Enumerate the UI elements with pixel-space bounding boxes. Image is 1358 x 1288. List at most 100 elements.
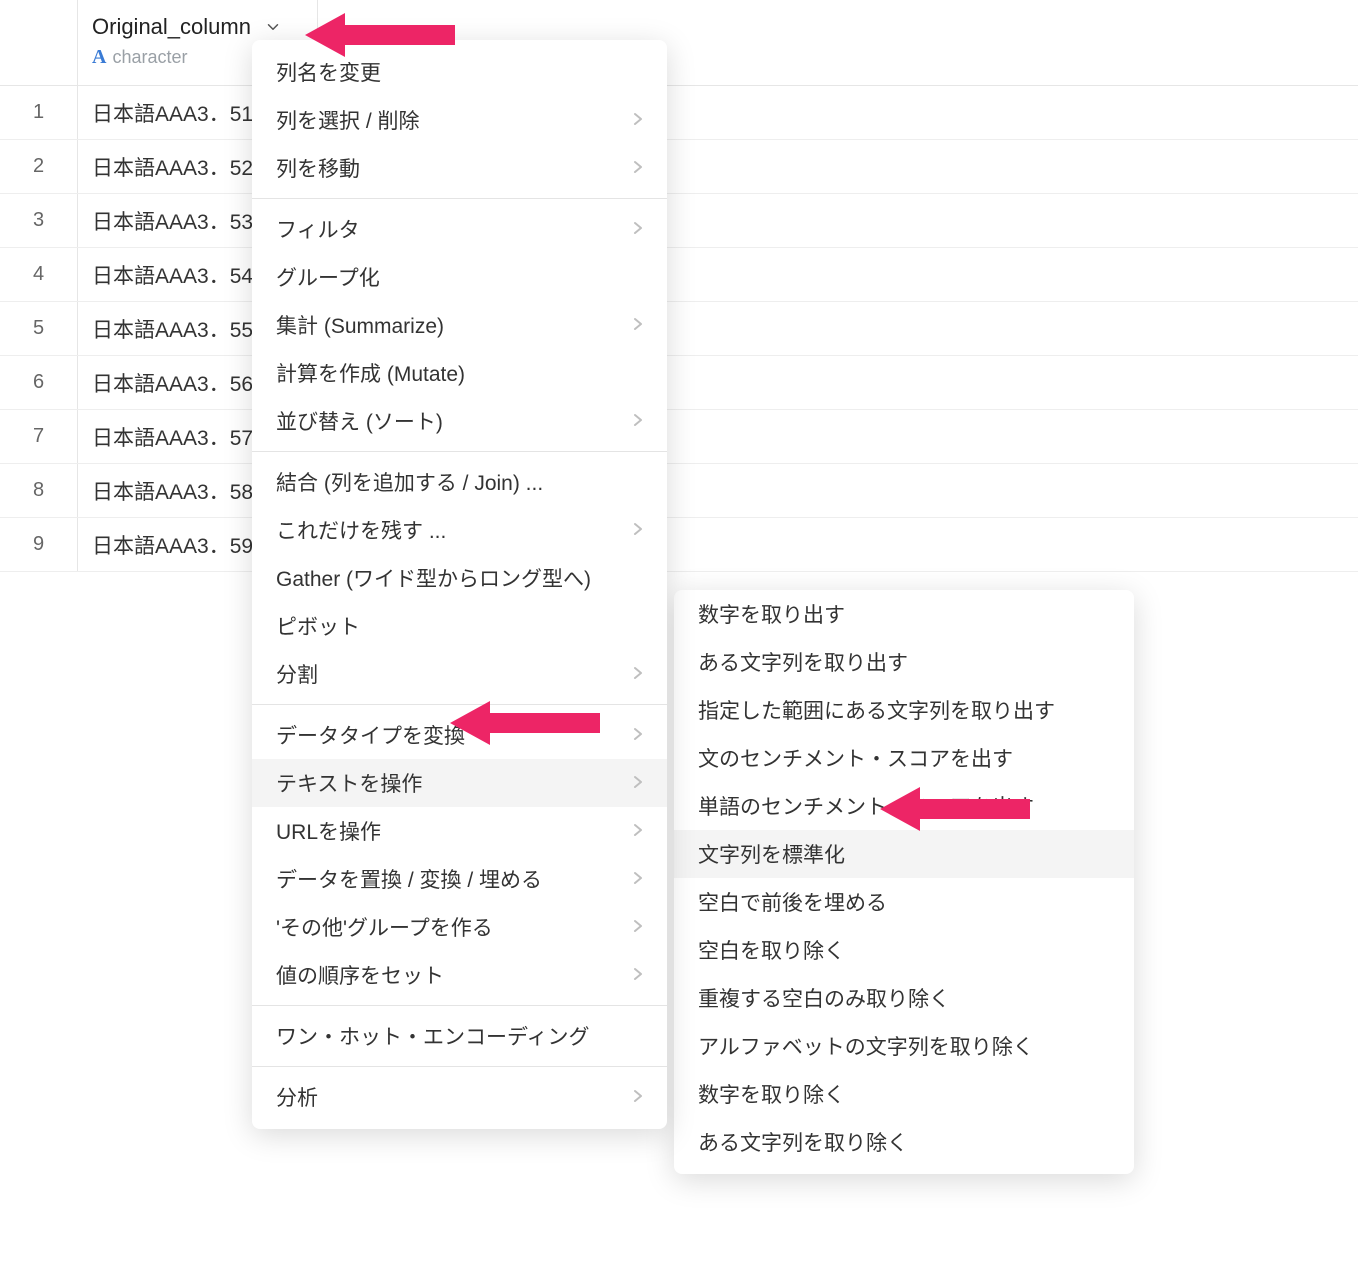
menu-item-label: 並び替え (ソート) xyxy=(276,406,443,436)
table-row: 9日本語AAA3．59 xyxy=(0,518,1358,572)
menu-item[interactable]: これだけを残す ... xyxy=(252,506,667,554)
chevron-right-icon xyxy=(633,520,643,541)
menu-separator xyxy=(252,451,667,452)
menu-item-label: 列を選択 / 削除 xyxy=(276,105,420,135)
menu-separator xyxy=(252,1005,667,1006)
menu-item[interactable]: 列名を変更 xyxy=(252,48,667,96)
menu-item-label: フィルタ xyxy=(276,214,360,244)
menu-item-label: 結合 (列を追加する / Join) ... xyxy=(276,467,543,497)
row-number-cell: 1 xyxy=(0,86,78,139)
submenu-item[interactable]: アルファベットの文字列を取り除く xyxy=(674,1022,1134,1070)
chevron-right-icon xyxy=(633,869,643,890)
submenu-item[interactable]: 空白を取り除く xyxy=(674,926,1134,974)
submenu-item[interactable]: 数字を取り出す xyxy=(674,590,1134,638)
menu-item[interactable]: Gather (ワイド型からロング型へ) xyxy=(252,554,667,602)
menu-item-label: 分割 xyxy=(276,659,318,689)
submenu-item-label: アルファベットの文字列を取り除く xyxy=(698,1031,1034,1061)
submenu-item-label: 空白を取り除く xyxy=(698,935,845,965)
submenu-item[interactable]: 数字を取り除く xyxy=(674,1070,1134,1118)
menu-item[interactable]: 値の順序をセット xyxy=(252,951,667,999)
menu-item[interactable]: フィルタ xyxy=(252,205,667,253)
menu-item-label: ピボット xyxy=(276,611,360,641)
menu-item[interactable]: 集計 (Summarize) xyxy=(252,301,667,349)
menu-item[interactable]: データタイプを変換 xyxy=(252,711,667,759)
chevron-down-icon[interactable] xyxy=(263,17,283,37)
menu-item-label: 'その他'グループを作る xyxy=(276,912,493,942)
chevron-right-icon xyxy=(633,1087,643,1108)
menu-item[interactable]: 計算を作成 (Mutate) xyxy=(252,349,667,397)
submenu-item-label: 数字を取り出す xyxy=(698,599,845,629)
menu-item-label: Gather (ワイド型からロング型へ) xyxy=(276,563,591,593)
submenu-item-label: 文のセンチメント・スコアを出す xyxy=(698,743,1013,773)
chevron-right-icon xyxy=(633,110,643,131)
menu-item-label: これだけを残す ... xyxy=(276,515,446,545)
submenu-item-label: ある文字列を取り除く xyxy=(698,1127,908,1157)
menu-item[interactable]: 分割 xyxy=(252,650,667,698)
submenu-item[interactable]: 文のセンチメント・スコアを出す xyxy=(674,734,1134,782)
menu-item-label: グループ化 xyxy=(276,262,380,292)
table-row: 1日本語AAA3．51 xyxy=(0,86,1358,140)
submenu-item-label: 重複する空白のみ取り除く xyxy=(698,983,950,1013)
chevron-right-icon xyxy=(633,411,643,432)
submenu-item[interactable]: ある文字列を取り除く xyxy=(674,1118,1134,1166)
menu-item[interactable]: 列を選択 / 削除 xyxy=(252,96,667,144)
data-table: Original_column A character 1日本語AAA3．512… xyxy=(0,0,1358,572)
menu-item-label: 分析 xyxy=(276,1082,318,1112)
type-character-icon: A xyxy=(92,46,106,69)
menu-item[interactable]: グループ化 xyxy=(252,253,667,301)
table-row: 7日本語AAA3．57 xyxy=(0,410,1358,464)
submenu-item[interactable]: ある文字列を取り出す xyxy=(674,638,1134,686)
table-row: 2日本語AAA3．52 xyxy=(0,140,1358,194)
menu-item[interactable]: ワン・ホット・エンコーディング xyxy=(252,1012,667,1060)
submenu-item-label: 数字を取り除く xyxy=(698,1079,845,1109)
row-number-cell: 6 xyxy=(0,356,78,409)
menu-item-label: データを置換 / 変換 / 埋める xyxy=(276,864,542,894)
submenu-item[interactable]: 指定した範囲にある文字列を取り出す xyxy=(674,686,1134,734)
menu-item-label: データタイプを変換 xyxy=(276,720,465,750)
chevron-right-icon xyxy=(633,315,643,336)
table-row: 5日本語AAA3．55 xyxy=(0,302,1358,356)
chevron-right-icon xyxy=(633,725,643,746)
table-header-row: Original_column A character xyxy=(0,0,1358,86)
row-number-cell: 2 xyxy=(0,140,78,193)
submenu-item[interactable]: 単語のセンチメント・スコアを出す xyxy=(674,782,1134,830)
row-number-cell: 5 xyxy=(0,302,78,355)
menu-item[interactable]: 分析 xyxy=(252,1073,667,1121)
chevron-right-icon xyxy=(633,664,643,685)
submenu-item-label: 単語のセンチメント・スコアを出す xyxy=(698,791,1034,821)
menu-item[interactable]: 並び替え (ソート) xyxy=(252,397,667,445)
menu-item[interactable]: 'その他'グループを作る xyxy=(252,903,667,951)
menu-item[interactable]: URLを操作 xyxy=(252,807,667,855)
submenu-item[interactable]: 重複する空白のみ取り除く xyxy=(674,974,1134,1022)
menu-item-label: テキストを操作 xyxy=(276,768,422,798)
menu-item[interactable]: ピボット xyxy=(252,602,667,650)
chevron-right-icon xyxy=(633,158,643,179)
row-number-cell: 8 xyxy=(0,464,78,517)
menu-item[interactable]: 列を移動 xyxy=(252,144,667,192)
chevron-right-icon xyxy=(633,965,643,986)
table-row: 8日本語AAA3．58 xyxy=(0,464,1358,518)
submenu-item-label: 指定した範囲にある文字列を取り出す xyxy=(698,695,1055,725)
menu-item-label: 集計 (Summarize) xyxy=(276,310,444,340)
chevron-right-icon xyxy=(633,773,643,794)
menu-item[interactable]: データを置換 / 変換 / 埋める xyxy=(252,855,667,903)
menu-separator xyxy=(252,704,667,705)
table-row: 6日本語AAA3．56 xyxy=(0,356,1358,410)
table-row: 4日本語AAA3．54 xyxy=(0,248,1358,302)
column-context-menu: 列名を変更列を選択 / 削除列を移動フィルタグループ化集計 (Summarize… xyxy=(252,40,667,1129)
submenu-item[interactable]: 文字列を標準化 xyxy=(674,830,1134,878)
text-operations-submenu: 数字を取り出すある文字列を取り出す指定した範囲にある文字列を取り出す文のセンチメ… xyxy=(674,590,1134,1174)
menu-item-label: 計算を作成 (Mutate) xyxy=(276,358,465,388)
submenu-item[interactable]: 空白で前後を埋める xyxy=(674,878,1134,926)
submenu-item-label: 空白で前後を埋める xyxy=(698,887,887,917)
menu-item-label: ワン・ホット・エンコーディング xyxy=(276,1021,590,1051)
chevron-right-icon xyxy=(633,821,643,842)
submenu-item-label: ある文字列を取り出す xyxy=(698,647,908,677)
menu-item[interactable]: テキストを操作 xyxy=(252,759,667,807)
row-number-cell: 9 xyxy=(0,518,78,571)
row-number-cell: 7 xyxy=(0,410,78,463)
submenu-item-label: 文字列を標準化 xyxy=(698,839,845,869)
menu-item[interactable]: 結合 (列を追加する / Join) ... xyxy=(252,458,667,506)
chevron-right-icon xyxy=(633,917,643,938)
row-number-cell: 4 xyxy=(0,248,78,301)
